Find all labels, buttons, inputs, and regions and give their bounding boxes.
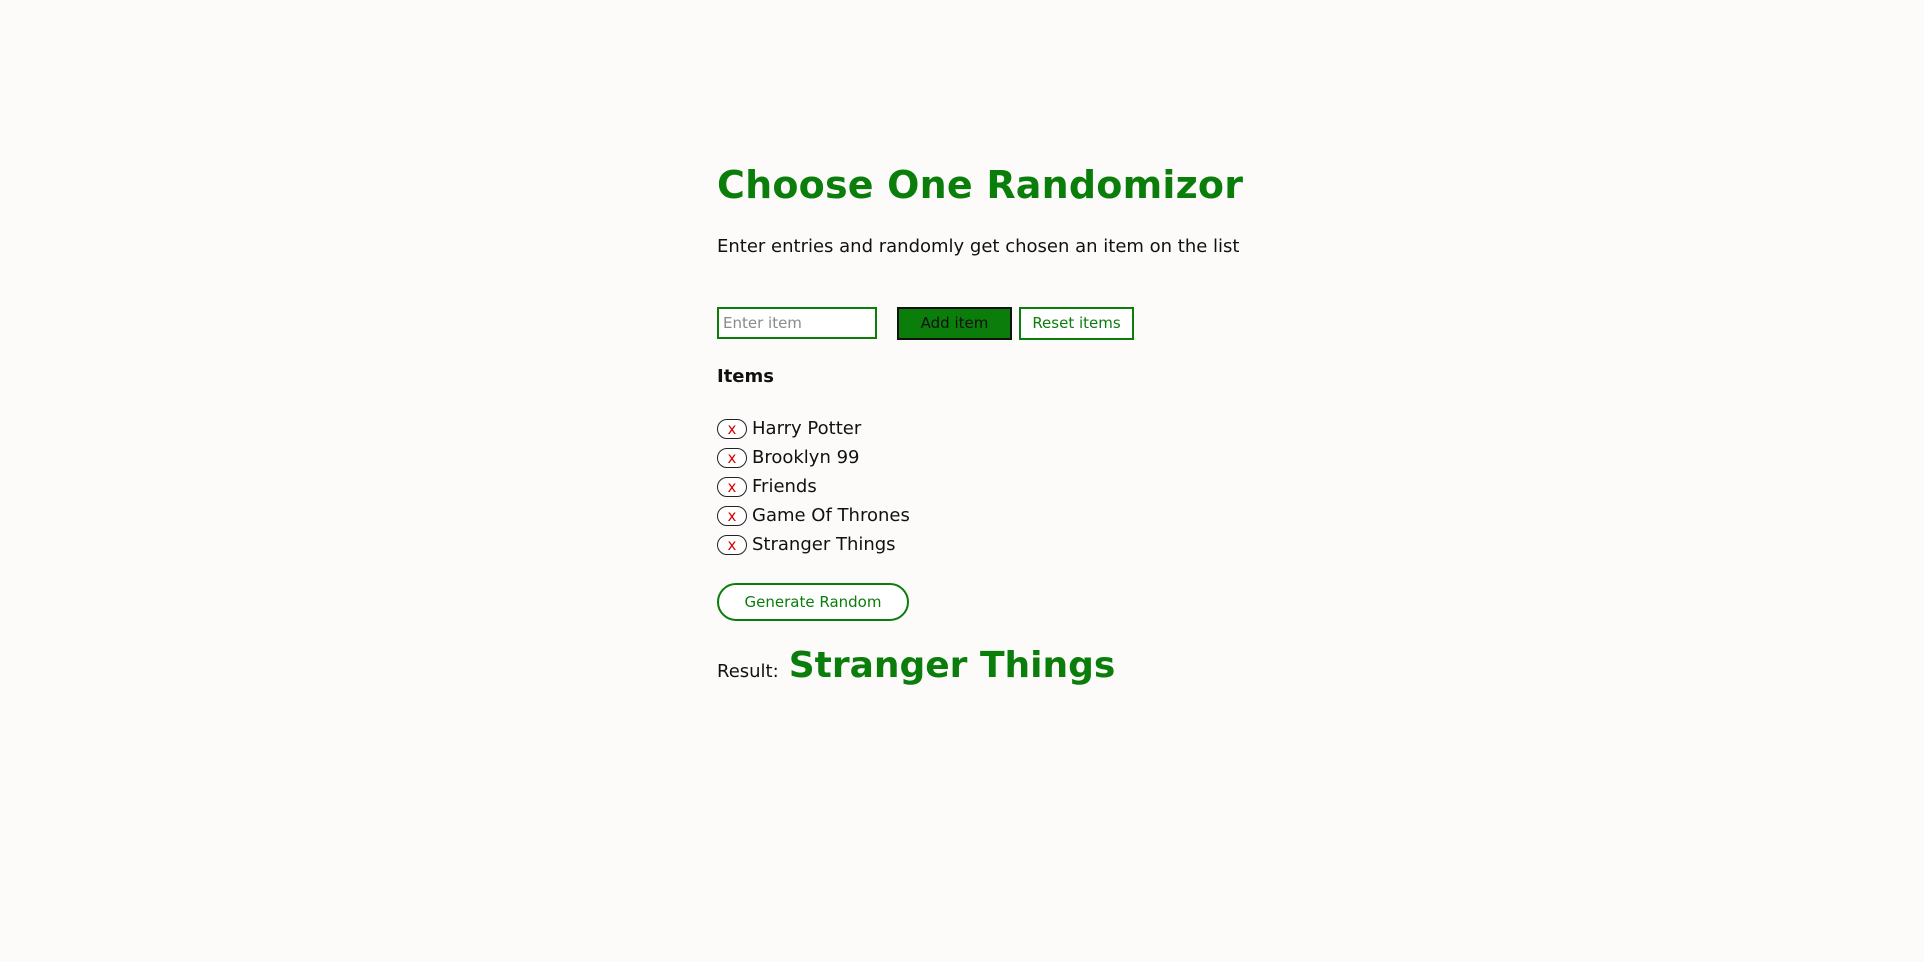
page-subtitle: Enter entries and randomly get chosen an…: [717, 236, 1240, 257]
list-item-label: Friends: [752, 476, 817, 497]
generate-random-button[interactable]: Generate Random: [717, 583, 909, 621]
add-item-button[interactable]: Add item: [897, 306, 1012, 340]
item-input[interactable]: [717, 307, 877, 339]
list-item: x Friends: [717, 472, 1517, 501]
list-item-label: Stranger Things: [752, 534, 896, 555]
remove-item-button[interactable]: x: [717, 505, 747, 526]
list-item-label: Brooklyn 99: [752, 447, 860, 468]
page-title: Choose One Randomizor: [717, 163, 1244, 207]
remove-item-button[interactable]: x: [717, 447, 747, 468]
list-item-label: Game Of Thrones: [752, 505, 910, 526]
list-item-label: Harry Potter: [752, 418, 862, 439]
list-item: x Harry Potter: [717, 414, 1517, 443]
list-item: x Stranger Things: [717, 530, 1517, 559]
result-label: Result:: [717, 661, 779, 682]
result-row: Result: Stranger Things: [717, 645, 1517, 686]
result-value: Stranger Things: [788, 645, 1116, 686]
controls-row: Add item Reset items: [717, 306, 1517, 340]
reset-items-button[interactable]: Reset items: [1019, 306, 1134, 340]
remove-item-button[interactable]: x: [717, 418, 747, 439]
randomizer-app: Choose One Randomizor Enter entries and …: [717, 160, 1517, 686]
remove-item-button[interactable]: x: [717, 534, 747, 555]
items-list: x Harry Potter x Brooklyn 99 x Friends x…: [717, 414, 1517, 559]
list-item: x Brooklyn 99: [717, 443, 1517, 472]
remove-item-button[interactable]: x: [717, 476, 747, 497]
items-heading: Items: [717, 366, 774, 387]
list-item: x Game Of Thrones: [717, 501, 1517, 530]
